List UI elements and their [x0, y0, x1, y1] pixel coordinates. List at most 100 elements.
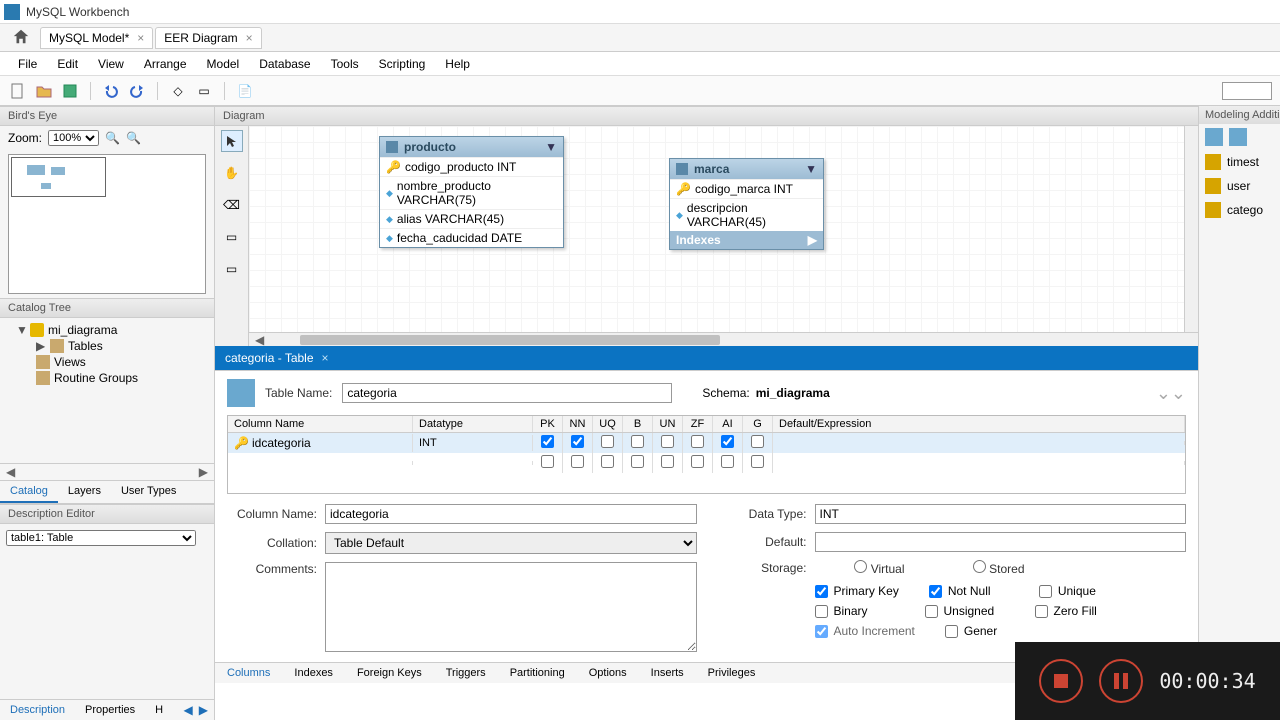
header-zf[interactable]: ZF	[683, 416, 713, 432]
nn-checkbox[interactable]	[571, 455, 584, 468]
birds-eye-view[interactable]	[8, 154, 206, 294]
tab-foreignkeys[interactable]: Foreign Keys	[345, 663, 434, 683]
header-g[interactable]: G	[743, 416, 773, 432]
save-icon[interactable]	[60, 81, 80, 101]
header-datatype[interactable]: Datatype	[413, 416, 533, 432]
collation-select[interactable]: Table Default	[325, 532, 697, 554]
tab-triggers[interactable]: Triggers	[434, 663, 498, 683]
tree-views[interactable]: Views	[8, 354, 206, 370]
tree-scroll[interactable]: ◀▶	[0, 463, 214, 481]
header-b[interactable]: B	[623, 416, 653, 432]
binary-checkbox[interactable]: Binary	[815, 604, 895, 618]
collapse-icon[interactable]: ⌄⌄	[1156, 383, 1186, 404]
horizontal-scrollbar[interactable]: ◀	[249, 332, 1198, 346]
tool-icon[interactable]: ◇	[168, 81, 188, 101]
layer-tool-icon[interactable]: ▭	[221, 226, 243, 248]
column-row-empty[interactable]	[228, 453, 1185, 473]
header-default[interactable]: Default/Expression	[773, 416, 1185, 432]
menu-file[interactable]: File	[8, 55, 47, 73]
close-icon[interactable]: ×	[246, 31, 253, 45]
description-select[interactable]: table1: Table	[6, 530, 196, 546]
zf-checkbox[interactable]	[691, 455, 704, 468]
tab-layers[interactable]: Layers	[58, 481, 111, 503]
uq-checkbox[interactable]	[601, 435, 614, 448]
unique-checkbox[interactable]: Unique	[1039, 584, 1119, 598]
hand-tool-icon[interactable]: ✋	[221, 162, 243, 184]
zoom-select[interactable]: 100%	[48, 130, 99, 146]
zf-checkbox[interactable]	[691, 435, 704, 448]
default-input[interactable]	[815, 532, 1187, 552]
zoom-in-icon[interactable]: 🔍	[105, 131, 120, 145]
table-indexes[interactable]: Indexes▶	[670, 231, 823, 249]
template-icon[interactable]	[1205, 128, 1223, 146]
tree-tables[interactable]: ▶Tables	[8, 338, 206, 354]
header-column-name[interactable]: Column Name	[228, 416, 413, 432]
menu-tools[interactable]: Tools	[321, 55, 369, 73]
tab-indexes[interactable]: Indexes	[282, 663, 345, 683]
un-checkbox[interactable]	[661, 455, 674, 468]
diagram-canvas[interactable]: producto▼ 🔑codigo_producto INT ◆nombre_p…	[249, 126, 1198, 346]
generated-checkbox[interactable]: Gener	[945, 624, 1025, 638]
pointer-tool-icon[interactable]	[221, 130, 243, 152]
undo-icon[interactable]	[101, 81, 121, 101]
tab-partitioning[interactable]: Partitioning	[498, 663, 577, 683]
template-category[interactable]: catego	[1199, 198, 1280, 222]
column-row-idcategoria[interactable]: 🔑 idcategoria INT	[228, 433, 1185, 453]
zerofill-checkbox[interactable]: Zero Fill	[1035, 604, 1115, 618]
b-checkbox[interactable]	[631, 455, 644, 468]
template-icon[interactable]	[1229, 128, 1247, 146]
un-checkbox[interactable]	[661, 435, 674, 448]
tab-mysql-model[interactable]: MySQL Model* ×	[40, 27, 153, 49]
header-pk[interactable]: PK	[533, 416, 563, 432]
comments-input[interactable]	[325, 562, 697, 652]
datatype-input[interactable]	[815, 504, 1187, 524]
table-name-input[interactable]	[342, 383, 672, 403]
stored-radio[interactable]: Stored	[935, 560, 1025, 576]
tab-properties[interactable]: Properties	[75, 700, 145, 720]
nav-left-icon[interactable]: ◀	[182, 703, 195, 717]
table-marca-header[interactable]: marca▼	[670, 159, 823, 179]
tab-catalog[interactable]: Catalog	[0, 481, 58, 503]
tree-db[interactable]: ▼mi_diagrama	[8, 322, 206, 338]
home-icon[interactable]	[12, 28, 32, 48]
search-input[interactable]	[1222, 82, 1272, 100]
primary-key-checkbox[interactable]: Primary Key	[815, 584, 899, 598]
b-checkbox[interactable]	[631, 435, 644, 448]
tab-inserts[interactable]: Inserts	[639, 663, 696, 683]
tab-h[interactable]: H	[145, 700, 173, 720]
nav-right-icon[interactable]: ▶	[197, 703, 210, 717]
header-un[interactable]: UN	[653, 416, 683, 432]
tree-routines[interactable]: Routine Groups	[8, 370, 206, 386]
pk-checkbox[interactable]	[541, 455, 554, 468]
uq-checkbox[interactable]	[601, 455, 614, 468]
tool-icon[interactable]: ▭	[194, 81, 214, 101]
vertical-scrollbar[interactable]	[1184, 126, 1198, 346]
unsigned-checkbox[interactable]: Unsigned	[925, 604, 1005, 618]
ai-checkbox[interactable]	[721, 455, 734, 468]
menu-database[interactable]: Database	[249, 55, 320, 73]
tab-columns[interactable]: Columns	[215, 663, 282, 683]
redo-icon[interactable]	[127, 81, 147, 101]
table-producto-header[interactable]: producto▼	[380, 137, 563, 157]
menu-model[interactable]: Model	[197, 55, 250, 73]
header-nn[interactable]: NN	[563, 416, 593, 432]
pk-checkbox[interactable]	[541, 435, 554, 448]
not-null-checkbox[interactable]: Not Null	[929, 584, 1009, 598]
menu-edit[interactable]: Edit	[47, 55, 88, 73]
virtual-radio[interactable]: Virtual	[815, 560, 905, 576]
template-timestamp[interactable]: timest	[1199, 150, 1280, 174]
new-file-icon[interactable]	[8, 81, 28, 101]
tab-eer-diagram[interactable]: EER Diagram ×	[155, 27, 261, 49]
menu-view[interactable]: View	[88, 55, 134, 73]
g-checkbox[interactable]	[751, 455, 764, 468]
menu-help[interactable]: Help	[435, 55, 480, 73]
pause-recording-button[interactable]	[1099, 659, 1143, 703]
tab-description[interactable]: Description	[0, 700, 75, 720]
template-user[interactable]: user	[1199, 174, 1280, 198]
open-file-icon[interactable]	[34, 81, 54, 101]
tab-options[interactable]: Options	[577, 663, 639, 683]
header-ai[interactable]: AI	[713, 416, 743, 432]
tab-usertypes[interactable]: User Types	[111, 481, 186, 503]
note-tool-icon[interactable]: ▭	[221, 258, 243, 280]
tool-icon[interactable]: 📄	[235, 81, 255, 101]
